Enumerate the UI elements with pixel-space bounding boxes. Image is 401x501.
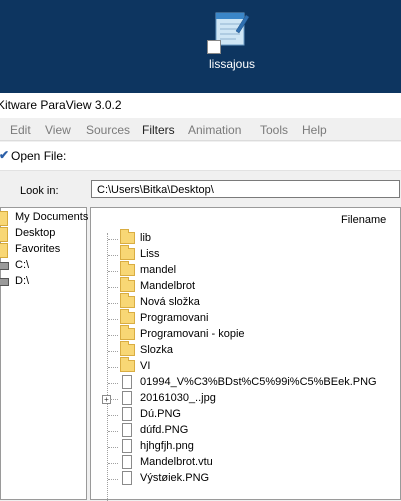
sidebar-item-label: C:\	[15, 259, 30, 271]
folder-icon	[0, 227, 8, 242]
drive-icon	[0, 262, 9, 270]
file-name: Mandelbrot	[140, 280, 196, 292]
file-icon	[122, 391, 132, 405]
look-in-path-field[interactable]: C:\Users\Bitka\Desktop\	[91, 180, 400, 198]
file-name: Liss	[140, 248, 160, 260]
folder-icon	[120, 341, 135, 356]
folder-icon	[120, 293, 135, 308]
file-row[interactable]: Dú.PNG	[91, 407, 400, 423]
column-header-filename[interactable]: Filename	[341, 214, 386, 226]
file-icon	[122, 375, 132, 389]
sidebar-item-label: My Documents	[15, 211, 89, 223]
paraview-check-icon: ✔	[0, 148, 10, 162]
file-row[interactable]: Mandelbrot.vtu	[91, 455, 400, 471]
window-titlebar: Kitware ParaView 3.0.2	[0, 93, 401, 118]
menu-animation[interactable]: Animation	[188, 123, 241, 137]
sidebar-item-my-documents[interactable]: My Documents	[0, 210, 89, 226]
sidebar-item-drive-d[interactable]: D:\	[0, 274, 87, 290]
file-icon	[122, 423, 132, 437]
file-row[interactable]: lib	[91, 229, 400, 247]
file-row[interactable]: Mandelbrot	[91, 277, 400, 295]
drive-icon	[0, 278, 9, 286]
file-list: Filename lib Liss mandel Mandelbrot Nová…	[90, 207, 401, 501]
desktop-shortcut-lissajous[interactable]: lissajous	[200, 6, 264, 78]
window-title: Kitware ParaView 3.0.2	[0, 98, 122, 112]
file-icon	[122, 471, 132, 485]
dialog-titlebar: ✔ Open File:	[0, 142, 401, 171]
sidebar-item-favorites[interactable]: Favorites	[0, 242, 87, 258]
menu-tools[interactable]: Tools	[260, 123, 288, 137]
file-row[interactable]: VI	[91, 357, 400, 375]
file-name: Programovani - kopie	[140, 328, 245, 340]
file-icon	[122, 407, 132, 421]
folder-icon	[0, 243, 8, 258]
folder-icon	[120, 277, 135, 292]
file-row[interactable]: mandel	[91, 261, 400, 279]
file-name: 01994_V%C3%BDst%C5%99i%C5%BEek.PNG	[140, 376, 377, 388]
file-name: mandel	[140, 264, 177, 276]
file-name: lib	[140, 232, 152, 244]
file-row[interactable]: Liss	[91, 245, 400, 263]
file-name: Slozka	[140, 344, 174, 356]
file-icon	[122, 439, 132, 453]
file-name: 20161030_..jpg	[140, 392, 216, 404]
menu-filters[interactable]: Filters	[142, 123, 175, 137]
folder-icon	[120, 245, 135, 260]
sidebar-item-drive-c[interactable]: C:\	[0, 258, 87, 274]
menu-view[interactable]: View	[45, 123, 71, 137]
folder-icon	[120, 357, 135, 372]
file-row[interactable]: 01994_V%C3%BDst%C5%99i%C5%BEek.PNG	[91, 375, 400, 391]
folder-icon	[0, 211, 8, 226]
places-sidebar: My Documents Desktop Favorites C:\ D:\	[0, 207, 89, 500]
folder-icon	[120, 229, 135, 244]
file-row[interactable]: Slozka	[91, 341, 400, 359]
file-row[interactable]: hjhgfjh.png	[91, 439, 400, 455]
shortcut-arrow-icon	[207, 40, 221, 54]
file-row[interactable]: Programovani - kopie	[91, 325, 400, 343]
file-name: hjhgfjh.png	[140, 440, 194, 452]
menu-sources[interactable]: Sources	[86, 123, 130, 137]
file-row[interactable]: Výstøiek.PNG	[91, 471, 400, 487]
sidebar-item-label: Favorites	[15, 243, 61, 255]
file-name: Výstøiek.PNG	[140, 472, 210, 484]
file-name: Nová složka	[140, 296, 200, 308]
file-name: Mandelbrot.vtu	[140, 456, 213, 468]
file-name: Dú.PNG	[140, 408, 181, 420]
folder-icon	[120, 325, 135, 340]
folder-icon	[120, 309, 135, 324]
dialog-title: Open File:	[11, 149, 67, 163]
file-name: dúfd.PNG	[140, 424, 189, 436]
desktop-background: lissajous	[0, 0, 401, 93]
file-row[interactable]: Nová složka	[91, 293, 400, 311]
desktop-icon-label: lissajous	[208, 57, 256, 71]
file-row[interactable]: Programovani	[91, 309, 400, 327]
sidebar-item-label: D:\	[15, 275, 30, 287]
file-icon	[122, 455, 132, 469]
menu-edit[interactable]: Edit	[10, 123, 31, 137]
look-in-label: Look in:	[20, 185, 59, 197]
sidebar-item-desktop[interactable]: Desktop	[0, 226, 87, 242]
menu-help[interactable]: Help	[302, 123, 327, 137]
file-row[interactable]: dúfd.PNG	[91, 423, 400, 439]
folder-icon	[120, 261, 135, 276]
sidebar-item-label: Desktop	[15, 227, 56, 239]
file-name: VI	[140, 360, 151, 372]
file-name: Programovani	[140, 312, 209, 324]
menu-bar: Edit View Sources Filters Animation Tool…	[0, 118, 401, 141]
file-row[interactable]: + 20161030_..jpg	[91, 391, 400, 407]
